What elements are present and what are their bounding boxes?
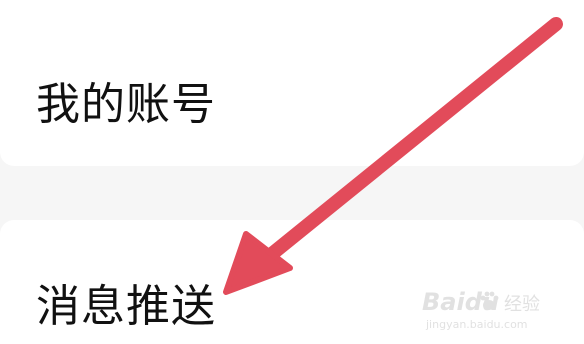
annotation-arrow-shaft <box>255 17 563 269</box>
watermark-jingyan-text: 经验 <box>504 294 540 315</box>
watermark-url: jingyan.baidu.com <box>426 318 528 331</box>
baidu-paw-icon <box>480 291 499 310</box>
settings-screen: 我的账号 消息推送 Baidu 经验 jingyan.baidu.com <box>0 0 584 344</box>
baidu-jingyan-watermark: Baidu 经验 jingyan.baidu.com <box>422 288 562 336</box>
